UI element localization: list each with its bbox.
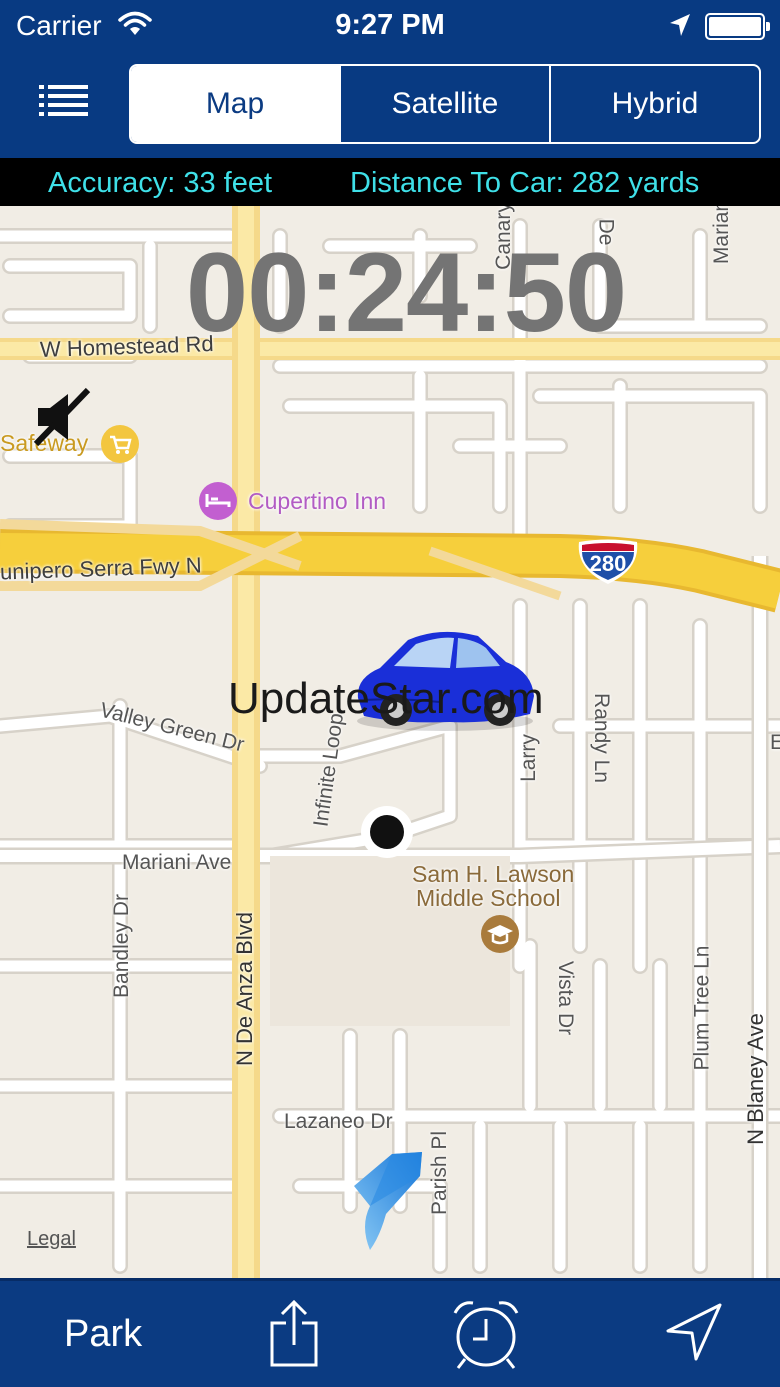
shopping-cart-icon[interactable] [100,424,140,469]
map-type-segmented-control: Map Satellite Hybrid [129,64,761,144]
segment-hybrid[interactable]: Hybrid [549,66,759,142]
parking-timer: 00:24:50 [185,230,627,355]
user-location-icon [359,804,415,865]
mute-icon[interactable] [30,386,92,453]
accuracy-label: Accuracy: 33 feet [48,167,273,199]
heading-arrow-icon [350,1146,440,1256]
street-label-mariani: Mariani Ave [122,851,232,874]
navigation-arrow-icon[interactable] [664,1301,724,1368]
map-view[interactable]: W Homestead Rd unipero Serra Fwy N Valle… [0,206,780,1278]
share-icon[interactable] [268,1299,320,1374]
list-icon[interactable] [36,82,92,122]
poi-label-cupertino-inn: Cupertino Inn [248,488,387,514]
hotel-icon[interactable] [198,481,238,526]
street-label-vista: Vista Dr [554,960,578,1036]
street-label-e-edge: E [770,731,780,754]
info-bar: Accuracy: 33 feet Distance To Car: 282 y… [0,158,780,206]
watermark-text: UpdateStar.com [228,674,544,723]
clock: 9:27 PM [335,9,445,41]
highway-shield-280-icon: 280 [576,539,640,585]
street-label-bandley: Bandley Dr [109,894,133,998]
street-label-de-anza: N De Anza Blvd [232,911,258,1067]
segment-satellite[interactable]: Satellite [339,66,549,142]
school-icon[interactable] [480,914,520,959]
distance-label: Distance To Car: 282 yards [350,167,700,199]
status-bar: Carrier 9:27 PM [0,0,780,56]
nav-bar: Map Satellite Hybrid [0,56,780,158]
alarm-clock-icon[interactable] [449,1297,523,1376]
street-label-larry: Larry [516,734,540,782]
street-label-blaney: N Blaney Ave [742,1013,768,1145]
bottom-toolbar: Park [0,1278,780,1387]
street-label-lazaneo: Lazaneo Dr [284,1110,393,1133]
battery-icon [705,13,770,40]
legal-link[interactable]: Legal [27,1228,76,1251]
highway-shield-label: 280 [589,551,627,576]
segment-map[interactable]: Map [131,66,339,142]
location-arrow-icon [668,12,692,43]
park-button[interactable]: Park [64,1313,142,1356]
poi-label-school-line2: Middle School [416,885,561,911]
street-label-plum-tree: Plum Tree Ln [690,945,714,1071]
street-label-randy: Randy Ln [589,693,613,783]
poi-label-school-line1: Sam H. Lawson [412,861,575,887]
